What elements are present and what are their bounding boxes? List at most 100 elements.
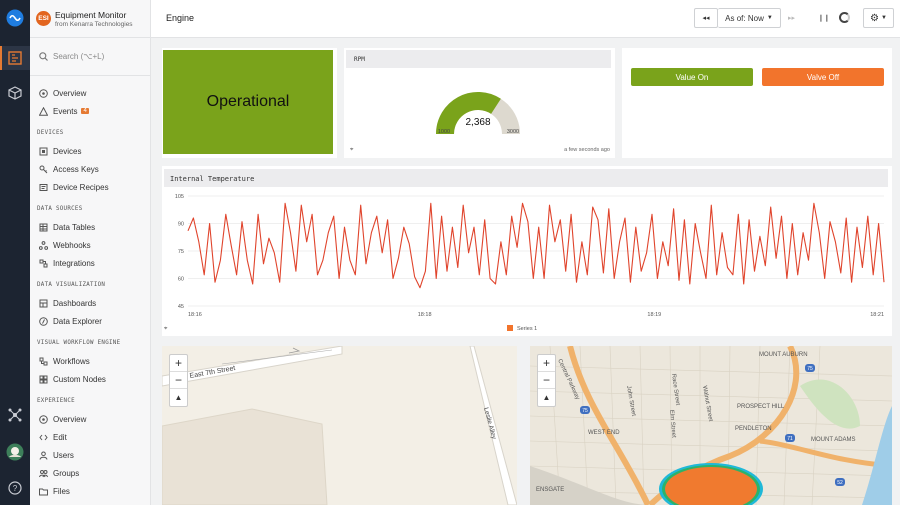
- gauge-value: 2,368: [465, 117, 490, 128]
- sidebar-item-integrations[interactable]: Integrations: [30, 254, 150, 272]
- devices-icon: [39, 147, 48, 155]
- compass-icon[interactable]: ▲: [538, 389, 555, 406]
- sidebar-item-label: Data Explorer: [53, 316, 102, 326]
- as-of-label: As of: Now: [725, 13, 764, 23]
- app-name: Equipment Monitor: [55, 9, 127, 20]
- sidebar-item-access-keys[interactable]: Access Keys: [30, 160, 150, 178]
- sidebar-item-data-explorer[interactable]: Data Explorer: [30, 312, 150, 330]
- sidebar-item-groups[interactable]: Groups: [30, 464, 150, 482]
- route-shield: 71: [787, 436, 793, 442]
- gear-icon: ⚙: [870, 12, 879, 24]
- sidebar-item-label: Devices: [53, 146, 82, 156]
- overview-icon: [39, 88, 48, 98]
- explorer-icon: [39, 316, 48, 326]
- x-tick-label: 18:19: [647, 312, 661, 318]
- chevron-down-icon: ▼: [766, 15, 773, 21]
- help-icon[interactable]: ?: [5, 478, 25, 498]
- pin-icon: ⌖: [164, 326, 168, 332]
- sidebar: ESI Equipment Monitor from Kenarra Techn…: [30, 0, 151, 505]
- loading-spinner-icon: [839, 12, 850, 23]
- code-icon: [39, 434, 48, 440]
- temperature-card: Internal Temperature 45 60 75 90 105 18:16 18:…: [162, 166, 892, 336]
- recipe-icon: [39, 183, 48, 191]
- valve-off-button[interactable]: Valve Off: [762, 68, 884, 86]
- building-footprint: [162, 408, 328, 505]
- sidebar-item-custom-nodes[interactable]: Custom Nodes: [30, 370, 150, 388]
- sidebar-item-workflows[interactable]: Workflows: [30, 352, 150, 370]
- forward-button[interactable]: ▸▸: [788, 14, 795, 22]
- page-header: Engine ◂◂ As of: Now ▼ ▸▸ ❙❙ ⚙ ▼: [151, 0, 900, 38]
- settings-dropdown[interactable]: ⚙ ▼: [863, 8, 894, 28]
- x-tick-label: 18:18: [418, 312, 432, 318]
- as-of-dropdown[interactable]: As of: Now ▼: [718, 8, 781, 28]
- valve-on-button[interactable]: Value On: [631, 68, 753, 86]
- zoom-in-button[interactable]: +: [170, 355, 187, 372]
- y-tick-label: 105: [175, 194, 184, 200]
- sidebar-item-label: Custom Nodes: [53, 374, 106, 384]
- integrations-icon: [39, 259, 48, 267]
- dashboards-icon: [39, 299, 48, 307]
- sidebar-item-label: Access Keys: [53, 164, 99, 174]
- sidebar-item-experience-overview[interactable]: Overview: [30, 410, 150, 428]
- rpm-card: RPM 2,368 1000 3000 ⌖ a few seconds ago: [344, 48, 615, 158]
- workflow-icon: [39, 357, 48, 365]
- compass-icon[interactable]: ▲: [170, 389, 187, 406]
- app-rail: ?: [0, 0, 30, 505]
- cube-icon[interactable]: [5, 83, 25, 103]
- sidebar-nav: Overview Events 4 DEVICES Devices Access…: [30, 76, 150, 500]
- pause-button[interactable]: ❙❙: [818, 14, 830, 22]
- sidebar-item-devices[interactable]: Devices: [30, 142, 150, 160]
- status-card: Operational: [162, 48, 337, 158]
- sidebar-item-label: Edit: [53, 432, 67, 442]
- y-tick-label: 75: [178, 249, 184, 255]
- sidebar-item-files[interactable]: Files: [30, 482, 150, 500]
- rpm-updated: a few seconds ago: [564, 147, 610, 153]
- x-tick-label: 18:21: [870, 312, 884, 318]
- sidebar-item-users[interactable]: Users: [30, 446, 150, 464]
- groups-icon: [39, 469, 48, 477]
- network-icon[interactable]: [5, 405, 25, 425]
- map-left[interactable]: East 7th Street Leslie Alley + − ▲: [162, 346, 517, 505]
- dashboard-icon[interactable]: [5, 48, 25, 68]
- map-label: ENSGATE: [536, 487, 564, 493]
- search-icon: [39, 52, 48, 61]
- chevron-down-icon: ▼: [881, 15, 887, 21]
- section-experience-title: EXPERIENCE: [37, 398, 75, 404]
- valve-card: Value On Valve Off: [622, 48, 892, 158]
- key-icon: [39, 165, 48, 173]
- sidebar-item-label: Events: [53, 106, 78, 116]
- map-label: PROSPECT HILL: [737, 404, 785, 410]
- app-badge-icon: ESI: [36, 11, 51, 26]
- y-tick-label: 90: [178, 222, 184, 228]
- section-devices-title: DEVICES: [37, 130, 64, 136]
- app-logo-icon[interactable]: [5, 8, 25, 28]
- rpm-gauge: 2,368 1000 3000 ⌖ a few seconds ago: [350, 92, 610, 153]
- sidebar-item-label: Files: [53, 486, 70, 496]
- section-viz-title: DATA VISUALIZATION: [37, 282, 106, 288]
- zoom-in-button[interactable]: +: [538, 355, 555, 372]
- zoom-out-button[interactable]: −: [170, 372, 187, 389]
- search-placeholder: Search (⌥+L): [53, 52, 105, 61]
- y-tick-label: 45: [178, 304, 184, 310]
- zoom-out-button[interactable]: −: [538, 372, 555, 389]
- map-label: MOUNT ADAMS: [811, 437, 856, 443]
- app-brand[interactable]: ESI Equipment Monitor from Kenarra Techn…: [30, 0, 150, 38]
- map-right[interactable]: Central Parkway John Street Race Street …: [530, 346, 892, 505]
- map-label: WEST END: [588, 430, 620, 436]
- sidebar-item-data-tables[interactable]: Data Tables: [30, 218, 150, 236]
- user-avatar-icon[interactable]: [5, 442, 25, 462]
- sidebar-item-dashboards[interactable]: Dashboards: [30, 294, 150, 312]
- rewind-button[interactable]: ◂◂: [694, 8, 718, 28]
- sidebar-item-webhooks[interactable]: Webhooks: [30, 236, 150, 254]
- sidebar-item-events[interactable]: Events 4: [30, 102, 150, 120]
- sidebar-item-edit[interactable]: Edit: [30, 428, 150, 446]
- sidebar-item-label: Data Tables: [53, 222, 96, 232]
- sidebar-item-device-recipes[interactable]: Device Recipes: [30, 178, 150, 196]
- search-input[interactable]: Search (⌥+L): [30, 38, 150, 76]
- sidebar-item-label: Webhooks: [53, 240, 91, 250]
- chart-title: Internal Temperature: [164, 169, 888, 187]
- sidebar-item-label: Groups: [53, 468, 80, 478]
- section-datasources-title: DATA SOURCES: [37, 206, 83, 212]
- map-right-controls: + − ▲: [537, 354, 556, 407]
- sidebar-item-overview[interactable]: Overview: [30, 84, 150, 102]
